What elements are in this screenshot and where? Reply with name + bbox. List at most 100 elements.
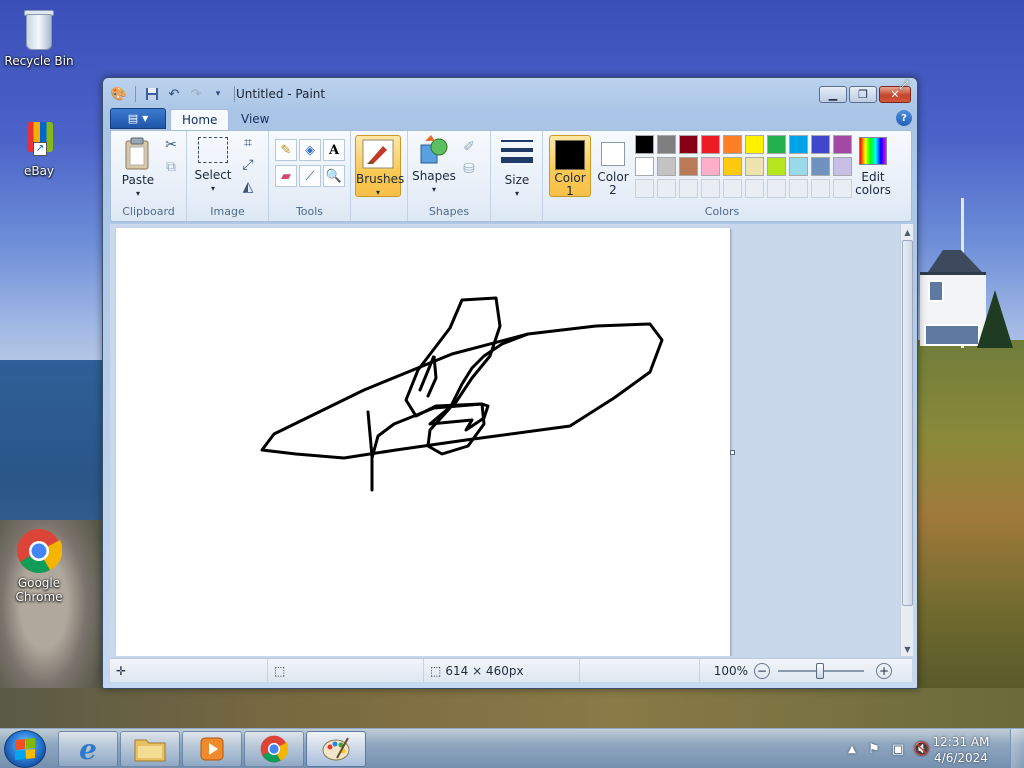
- taskbar-file-explorer[interactable]: [120, 731, 180, 767]
- rotate-icon[interactable]: ◭: [237, 177, 259, 197]
- palette-swatch[interactable]: [745, 179, 764, 198]
- palette-swatch[interactable]: [833, 179, 852, 198]
- palette-swatch[interactable]: [701, 135, 720, 154]
- restore-button[interactable]: ❐: [849, 86, 877, 103]
- vertical-scrollbar[interactable]: ▲ ▼: [900, 224, 913, 656]
- redo-icon[interactable]: ↷: [188, 86, 204, 102]
- brushes-button[interactable]: Brushes ▾: [355, 135, 404, 197]
- system-clock[interactable]: 12:31 AM 4/6/2024: [926, 734, 996, 766]
- palette-swatch[interactable]: [789, 157, 808, 176]
- palette-swatch[interactable]: [657, 135, 676, 154]
- zoom-slider-thumb[interactable]: [816, 663, 824, 679]
- resize-icon[interactable]: ⤢: [237, 155, 259, 175]
- color2-button[interactable]: Color 2: [593, 135, 633, 197]
- magnifier-icon[interactable]: 🔍: [323, 165, 345, 187]
- palette-swatch[interactable]: [811, 179, 830, 198]
- start-button[interactable]: [4, 730, 46, 768]
- desktop-icon-recycle-bin[interactable]: Recycle Bin: [0, 8, 78, 68]
- size-button[interactable]: Size ▾: [497, 137, 537, 200]
- palette-swatch[interactable]: [745, 157, 764, 176]
- color-picker-icon[interactable]: ⟋: [299, 165, 321, 187]
- eraser-icon[interactable]: ▰: [275, 165, 297, 187]
- cut-icon[interactable]: ✂: [160, 135, 182, 155]
- scroll-up-icon[interactable]: ▲: [901, 225, 914, 239]
- paint-window[interactable]: 🎨 ↶ ↷ ▾ Untitled - Paint ▁ ❐ ✕ ▤ ▼ Home V…: [102, 77, 918, 689]
- taskbar-google-chrome[interactable]: [244, 731, 304, 767]
- zoom-in-button[interactable]: +: [876, 663, 892, 679]
- taskbar-media-player[interactable]: [182, 731, 242, 767]
- quick-access-toolbar: 🎨 ↶ ↷ ▾: [111, 86, 237, 102]
- recycle-bin-icon: [22, 8, 56, 52]
- select-button[interactable]: Select ▾: [193, 137, 233, 195]
- text-icon[interactable]: A: [323, 139, 345, 161]
- palette-swatch[interactable]: [811, 135, 830, 154]
- shapes-button[interactable]: Shapes ▾: [412, 135, 456, 196]
- shortcut-arrow-icon: ↗: [33, 142, 47, 156]
- window-resize-grip[interactable]: ⤢: [899, 78, 913, 92]
- chevron-down-icon: ▾: [210, 184, 215, 193]
- zoom-out-button[interactable]: −: [754, 663, 770, 679]
- palette-swatch[interactable]: [745, 135, 764, 154]
- palette-swatch[interactable]: [635, 157, 654, 176]
- paste-button[interactable]: Paste ▾: [117, 137, 159, 200]
- chevron-down-icon: ▼: [142, 114, 149, 123]
- scrollbar-thumb[interactable]: [902, 240, 913, 606]
- fill-icon[interactable]: ⛁: [458, 159, 480, 179]
- paint-menu-button[interactable]: ▤ ▼: [110, 108, 166, 129]
- customize-toolbar-icon[interactable]: ▾: [210, 86, 226, 102]
- palette-swatch[interactable]: [833, 135, 852, 154]
- show-hidden-icons-icon[interactable]: ▲: [844, 741, 860, 757]
- palette-swatch[interactable]: [723, 157, 742, 176]
- palette-swatch[interactable]: [767, 157, 786, 176]
- outline-icon[interactable]: ✐: [458, 137, 480, 157]
- desktop-icon-ebay[interactable]: ↗ eBay: [0, 118, 78, 178]
- crop-icon[interactable]: ⌗: [237, 133, 259, 153]
- show-desktop-button[interactable]: [1010, 729, 1024, 768]
- pencil-icon[interactable]: ✎: [275, 139, 297, 161]
- palette-swatch[interactable]: [701, 179, 720, 198]
- help-icon[interactable]: ?: [896, 110, 912, 126]
- network-icon[interactable]: ▣: [890, 741, 906, 757]
- taskbar-paint[interactable]: [306, 731, 366, 767]
- palette-swatch[interactable]: [657, 179, 676, 198]
- title-bar[interactable]: 🎨 ↶ ↷ ▾ Untitled - Paint ▁ ❐ ✕: [103, 78, 917, 108]
- palette-swatch[interactable]: [833, 157, 852, 176]
- palette-swatch[interactable]: [679, 135, 698, 154]
- color1-button[interactable]: Color 1: [549, 135, 591, 198]
- chrome-icon: [16, 528, 63, 574]
- fill-bucket-icon[interactable]: ◈: [299, 139, 321, 161]
- undo-icon[interactable]: ↶: [166, 86, 182, 102]
- paint-app-icon[interactable]: 🎨: [111, 86, 127, 102]
- edit-colors-button[interactable]: Edit colors: [851, 135, 895, 197]
- folder-icon: [134, 739, 166, 762]
- palette-swatch[interactable]: [679, 179, 698, 198]
- taskbar-internet-explorer[interactable]: e: [58, 731, 118, 767]
- zoom-slider[interactable]: [778, 663, 864, 679]
- palette-swatch[interactable]: [679, 157, 698, 176]
- save-icon[interactable]: [144, 86, 160, 102]
- palette-swatch[interactable]: [635, 135, 654, 154]
- palette-swatch[interactable]: [635, 179, 654, 198]
- palette-swatch[interactable]: [767, 179, 786, 198]
- scroll-down-icon[interactable]: ▼: [901, 642, 914, 656]
- zoom-level: 100%: [713, 664, 748, 678]
- palette-swatch[interactable]: [811, 157, 830, 176]
- canvas-resize-handle[interactable]: [730, 450, 735, 455]
- ribbon-home: Paste ▾ ✂ ⧉ Clipboard Select ▾ ⌗ ⤢ ◭ Ima…: [110, 130, 912, 222]
- drawing-canvas[interactable]: [116, 228, 730, 656]
- group-colors: Color 1 Color 2 Edit colors Colors: [543, 131, 901, 221]
- palette-swatch[interactable]: [789, 135, 808, 154]
- palette-swatch[interactable]: [701, 157, 720, 176]
- palette-swatch[interactable]: [767, 135, 786, 154]
- palette-swatch[interactable]: [723, 135, 742, 154]
- desktop-icon-google-chrome[interactable]: Google Chrome: [0, 528, 78, 604]
- action-center-flag-icon[interactable]: ⚑: [866, 741, 882, 757]
- copy-icon[interactable]: ⧉: [160, 157, 182, 177]
- tab-view[interactable]: View: [230, 109, 280, 130]
- tab-home[interactable]: Home: [170, 109, 230, 130]
- palette-swatch[interactable]: [657, 157, 676, 176]
- minimize-button[interactable]: ▁: [819, 86, 847, 103]
- palette-swatch[interactable]: [789, 179, 808, 198]
- palette-swatch[interactable]: [723, 179, 742, 198]
- canvas-workspace[interactable]: [110, 224, 900, 656]
